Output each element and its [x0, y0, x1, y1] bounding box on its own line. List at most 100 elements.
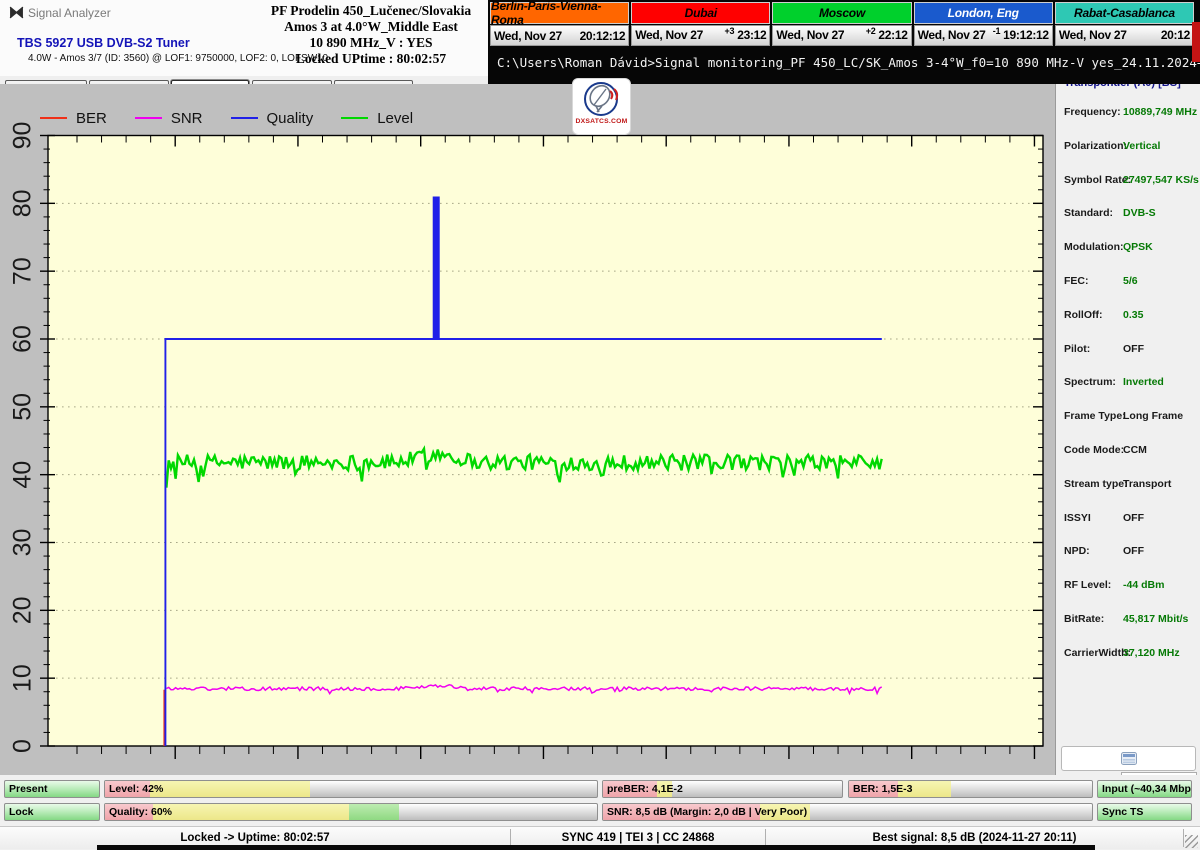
signal-analyzer-app-icon: [9, 5, 24, 20]
transponder-row-value: Inverted: [1123, 376, 1164, 388]
meter-ber: BER: 1,5E-3: [848, 780, 1093, 798]
transponder-row-value: OFF: [1123, 343, 1144, 355]
meter-quality: Quality: 60%: [104, 803, 598, 821]
transponder-row-value: 10889,749 MHz: [1123, 106, 1197, 118]
legend-label: SNR: [171, 110, 203, 127]
transponder-row-value: 27497,547 KS/s: [1123, 174, 1199, 186]
site-header-block: PF Prodelin 450_Lučenec/Slovakia Amos 3 …: [255, 3, 487, 67]
save-button[interactable]: [1061, 746, 1196, 771]
satellite-dish-icon: [582, 79, 622, 119]
transponder-row-npd: NPD:OFF: [1064, 545, 1196, 559]
transponder-row-label: Standard:: [1064, 207, 1113, 219]
clock-time: 19:12:12: [1003, 28, 1049, 42]
svg-text:40: 40: [9, 461, 37, 489]
transponder-row-value: 5/6: [1123, 275, 1138, 287]
statusbar-divider: [1183, 829, 1184, 847]
transponder-row-value: -44 dBm: [1123, 579, 1164, 591]
legend-label: BER: [76, 110, 107, 127]
transponder-row-label: BitRate:: [1064, 613, 1104, 625]
resize-grip[interactable]: [1185, 835, 1198, 848]
legend-swatch: [135, 117, 162, 119]
svg-text:90: 90: [9, 122, 37, 150]
clock-berlin-paris-vienna-roma: Berlin-Paris-Vienna-RomaWed, Nov 2720:12…: [490, 2, 629, 46]
clock-utc-offset: +2: [866, 26, 876, 36]
site-header-line-3: 10 890 MHz_V : YES: [255, 35, 487, 51]
world-clocks: Berlin-Paris-Vienna-RomaWed, Nov 2720:12…: [490, 2, 1194, 46]
clock-datetime: Wed, Nov 27-119:12:12: [914, 25, 1053, 47]
transponder-row-label: FEC:: [1064, 275, 1089, 287]
meter-label: Lock: [9, 804, 34, 820]
logo-text: DXSATCS.COM: [576, 118, 628, 125]
legend-item-level: Level: [341, 110, 413, 127]
disk-icon: [1121, 752, 1137, 765]
clock-time: 20:12:12: [580, 29, 626, 43]
transponder-row-value: Transport: [1123, 478, 1171, 490]
meter-label: Present: [9, 781, 48, 797]
transponder-row-value: DVB-S: [1123, 207, 1156, 219]
legend-label: Level: [377, 110, 413, 127]
clock-moscow: MoscowWed, Nov 27+222:12: [772, 2, 911, 46]
transponder-row-label: Polarization:: [1064, 140, 1127, 152]
clock-london-eng: London, EngWed, Nov 27-119:12:12: [914, 2, 1053, 46]
clock-city-label: Moscow: [772, 2, 911, 24]
transponder-row-label: Code Mode:: [1064, 444, 1124, 456]
clock-datetime: Wed, Nov 27+222:12: [772, 25, 911, 47]
dxsatcs-logo: DXSATCS.COM: [572, 78, 631, 135]
transponder-row-issyi: ISSYIOFF: [1064, 512, 1196, 526]
clock-utc-offset: +3: [725, 26, 735, 36]
svg-text:70: 70: [9, 257, 37, 285]
transponder-row-frequency: Frequency:10889,749 MHz: [1064, 106, 1196, 120]
transponder-row-standard: Standard: DVB-S: [1064, 207, 1196, 221]
clock-rabat-casablanca: Rabat-CasablancaWed, Nov 2720:12: [1055, 2, 1194, 46]
legend-label: Quality: [267, 110, 314, 127]
clock-date: Wed, Nov 27: [635, 28, 724, 42]
background-window-edge: [1192, 22, 1200, 62]
transponder-row-value: 37,120 MHz: [1123, 647, 1180, 659]
transponder-row-pilot: Pilot:OFF: [1064, 343, 1196, 357]
transponder-row-label: RollOff:: [1064, 309, 1103, 321]
transponder-heading: Transponder (A0) [BS]: [1064, 84, 1181, 89]
legend-item-quality: Quality: [231, 110, 314, 127]
signal-monitor-chart: BERSNRQualityLevel 0102030405060708090: [0, 84, 1055, 775]
meter-input-mbps-: Input (~40,34 Mbps): [1097, 780, 1192, 798]
legend-swatch: [341, 117, 368, 119]
transponder-row-label: CarrierWidth:: [1064, 647, 1131, 659]
transponder-row-value: QPSK: [1123, 241, 1153, 253]
svg-text:50: 50: [9, 393, 37, 421]
svg-text:20: 20: [9, 596, 37, 624]
meter-snr: SNR: 8,5 dB (Margin: 2,0 dB | Very Poor): [602, 803, 1093, 821]
meter-present: Present: [4, 780, 100, 798]
signal-analyzer-window: Signal Analyzer TBS 5927 USB DVB-S2 Tune…: [0, 0, 1200, 850]
transponder-row-label: RF Level:: [1064, 579, 1111, 591]
clock-city-label: Rabat-Casablanca: [1055, 2, 1194, 24]
svg-text:0: 0: [9, 739, 37, 753]
window-header-panel: Signal Analyzer TBS 5927 USB DVB-S2 Tune…: [0, 0, 488, 77]
transponder-row-rolloff: RollOff: 0.35: [1064, 309, 1196, 323]
transponder-row-label: ISSYI: [1064, 512, 1091, 524]
transponder-row-label: Modulation:: [1064, 241, 1123, 253]
transponder-row-streamtype: Stream type:Transport: [1064, 478, 1196, 492]
legend-item-snr: SNR: [135, 110, 203, 127]
terminal-prompt-line: C:\Users\Roman Dávid>Signal monitoring_P…: [497, 55, 1200, 70]
signal-meter-bars: Present Level: 42% preBER: 4,1E-2 BER: 1,5E…: [0, 775, 1200, 826]
transponder-row-value: CCM: [1123, 444, 1147, 456]
transponder-row-symbolrate: Symbol Rate:27497,547 KS/s: [1064, 174, 1196, 188]
clock-time: 23:12: [737, 28, 766, 42]
clock-date: Wed, Nov 27: [494, 29, 577, 43]
background-window-strip: [97, 845, 1095, 850]
meter-label: Level: 42%: [109, 781, 163, 797]
transponder-row-rflevel: RF Level: -44 dBm: [1064, 579, 1196, 593]
console-window[interactable]: Berlin-Paris-Vienna-RomaWed, Nov 2720:12…: [488, 0, 1200, 84]
clock-date: Wed, Nov 27: [1059, 28, 1158, 42]
transponder-row-value: 45,817 Mbit/s: [1123, 613, 1188, 625]
transponder-row-label: NPD:: [1064, 545, 1090, 557]
clock-city-label: Dubai: [631, 2, 770, 24]
chart-legend: BER SNR Quality Level: [40, 108, 441, 128]
meter-label: SNR: 8,5 dB (Margin: 2,0 dB | Very Poor): [607, 804, 807, 820]
clock-city-label: London, Eng: [914, 2, 1053, 24]
transponder-row-value: 0.35: [1123, 309, 1143, 321]
svg-text:10: 10: [9, 664, 37, 692]
transponder-row-value: Long Frame: [1123, 410, 1183, 422]
window-title: Signal Analyzer: [28, 6, 111, 20]
meter-preber: preBER: 4,1E-2: [602, 780, 843, 798]
